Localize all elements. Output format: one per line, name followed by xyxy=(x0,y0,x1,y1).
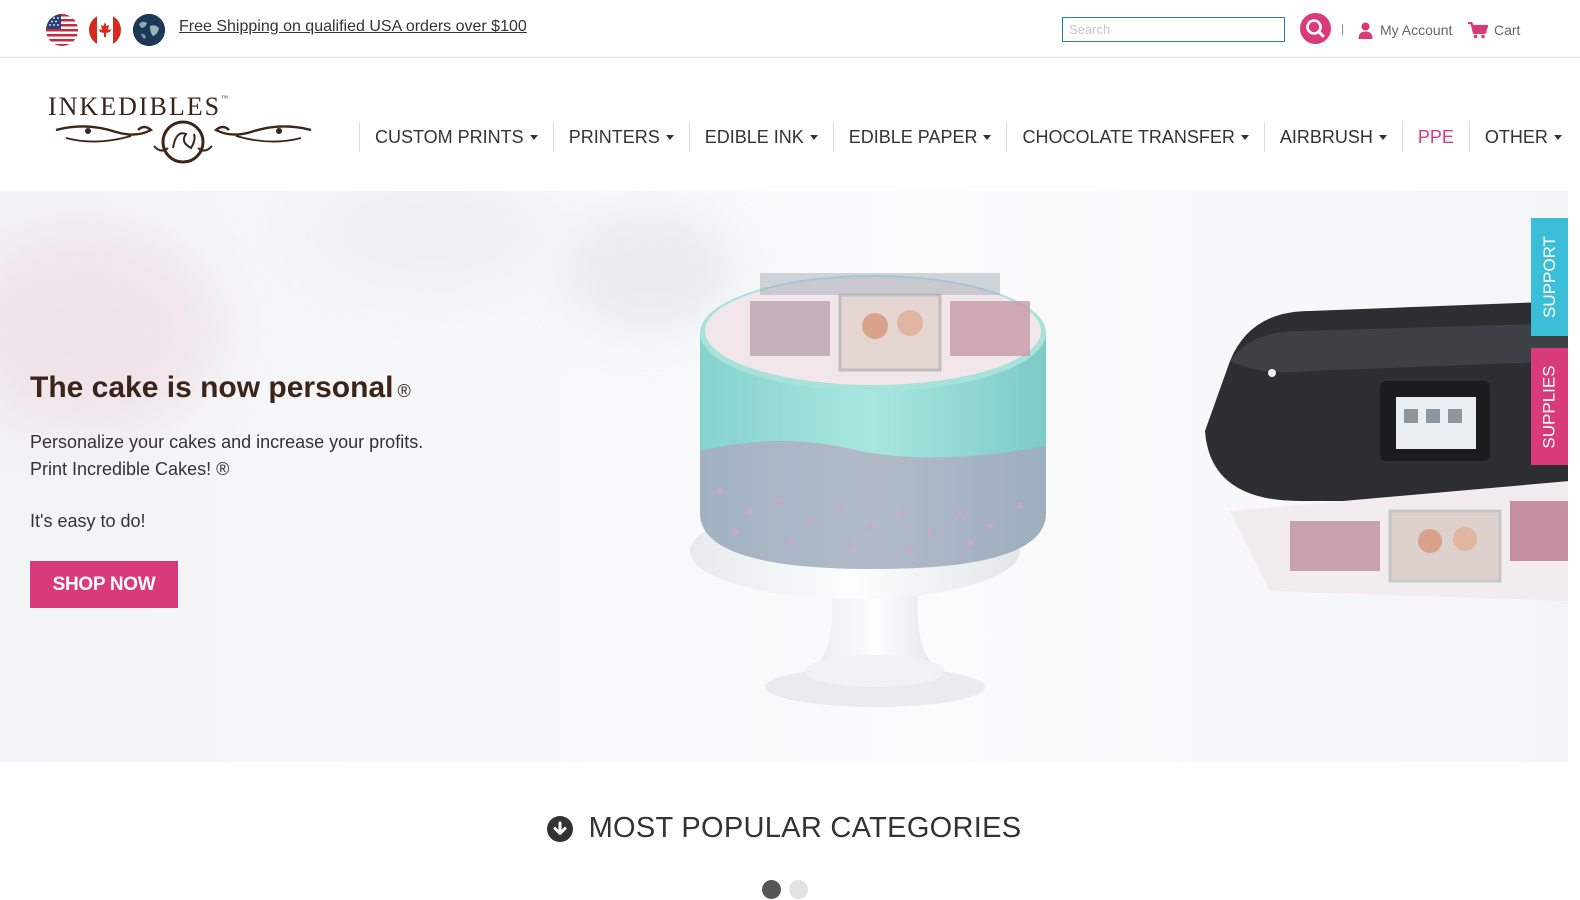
globe-icon[interactable] xyxy=(133,14,165,46)
nav-printers[interactable]: PRINTERS xyxy=(552,122,689,152)
photo-cake-image xyxy=(690,273,1046,707)
categories-title: MOST POPULAR CATEGORIES xyxy=(588,812,1022,844)
search-button[interactable] xyxy=(1300,13,1331,44)
caret-down-icon xyxy=(665,134,674,140)
caret-down-icon xyxy=(1240,134,1249,140)
nav-ppe[interactable]: PPE xyxy=(1401,122,1469,152)
hero-line-3: It's easy to do! xyxy=(30,511,146,531)
caret-down-icon xyxy=(809,134,818,140)
carousel-dot-2[interactable] xyxy=(789,880,808,899)
printer-image xyxy=(1205,301,1568,601)
nav-other[interactable]: OTHER xyxy=(1468,122,1577,152)
popular-categories-heading: MOST POPULAR CATEGORIES xyxy=(0,812,1568,845)
nav-edible-ink[interactable]: EDIBLE INK xyxy=(688,122,833,152)
caret-down-icon xyxy=(983,134,992,140)
support-tab[interactable]: SUPPORT xyxy=(1531,218,1568,336)
hero-title: The cake is now personal ® xyxy=(30,371,411,404)
logo-flourish-icon xyxy=(55,120,312,164)
canada-flag-icon[interactable] xyxy=(89,14,121,46)
carousel-dots xyxy=(762,880,808,899)
inkedibles-logo[interactable]: INKEDIBLES™ xyxy=(46,92,321,172)
my-account-label: My Account xyxy=(1380,22,1453,38)
free-shipping-link[interactable]: Free Shipping on qualified USA orders ov… xyxy=(179,18,527,36)
supplies-tab[interactable]: SUPPLIES xyxy=(1531,348,1568,465)
nav-chocolate-transfer[interactable]: CHOCOLATE TRANSFER xyxy=(1006,122,1263,152)
caret-down-icon xyxy=(1378,134,1387,140)
my-account-link[interactable]: My Account xyxy=(1358,19,1452,41)
shop-now-button[interactable]: SHOP NOW xyxy=(30,561,178,608)
carousel-dot-1[interactable] xyxy=(762,880,781,899)
hero-line-1: Personalize your cakes and increase your… xyxy=(30,432,424,452)
main-nav: CUSTOM PRINTS PRINTERS EDIBLE INK EDIBLE… xyxy=(359,122,1577,152)
topbar-separator: | xyxy=(1341,22,1345,36)
cart-link[interactable]: Cart xyxy=(1468,19,1520,41)
search-icon xyxy=(1306,19,1325,38)
hero-banner: The cake is now personal ® Personalize yo… xyxy=(0,191,1568,762)
hero-line-2: Print Incredible Cakes! ® xyxy=(30,459,230,479)
caret-down-icon xyxy=(529,134,538,140)
nav-airbrush[interactable]: AIRBRUSH xyxy=(1263,122,1402,152)
search-input[interactable] xyxy=(1062,17,1285,42)
cart-icon xyxy=(1468,21,1488,38)
top-bar: Free Shipping on qualified USA orders ov… xyxy=(0,0,1580,58)
cart-label: Cart xyxy=(1494,22,1521,38)
nav-edible-paper[interactable]: EDIBLE PAPER xyxy=(832,122,1007,152)
caret-down-icon xyxy=(1553,134,1562,140)
arrow-circle-down-icon xyxy=(546,815,573,842)
hero-bg-blur xyxy=(300,191,560,301)
us-flag-icon[interactable] xyxy=(46,14,78,46)
nav-custom-prints[interactable]: CUSTOM PRINTS xyxy=(359,122,553,152)
user-icon xyxy=(1358,22,1373,39)
